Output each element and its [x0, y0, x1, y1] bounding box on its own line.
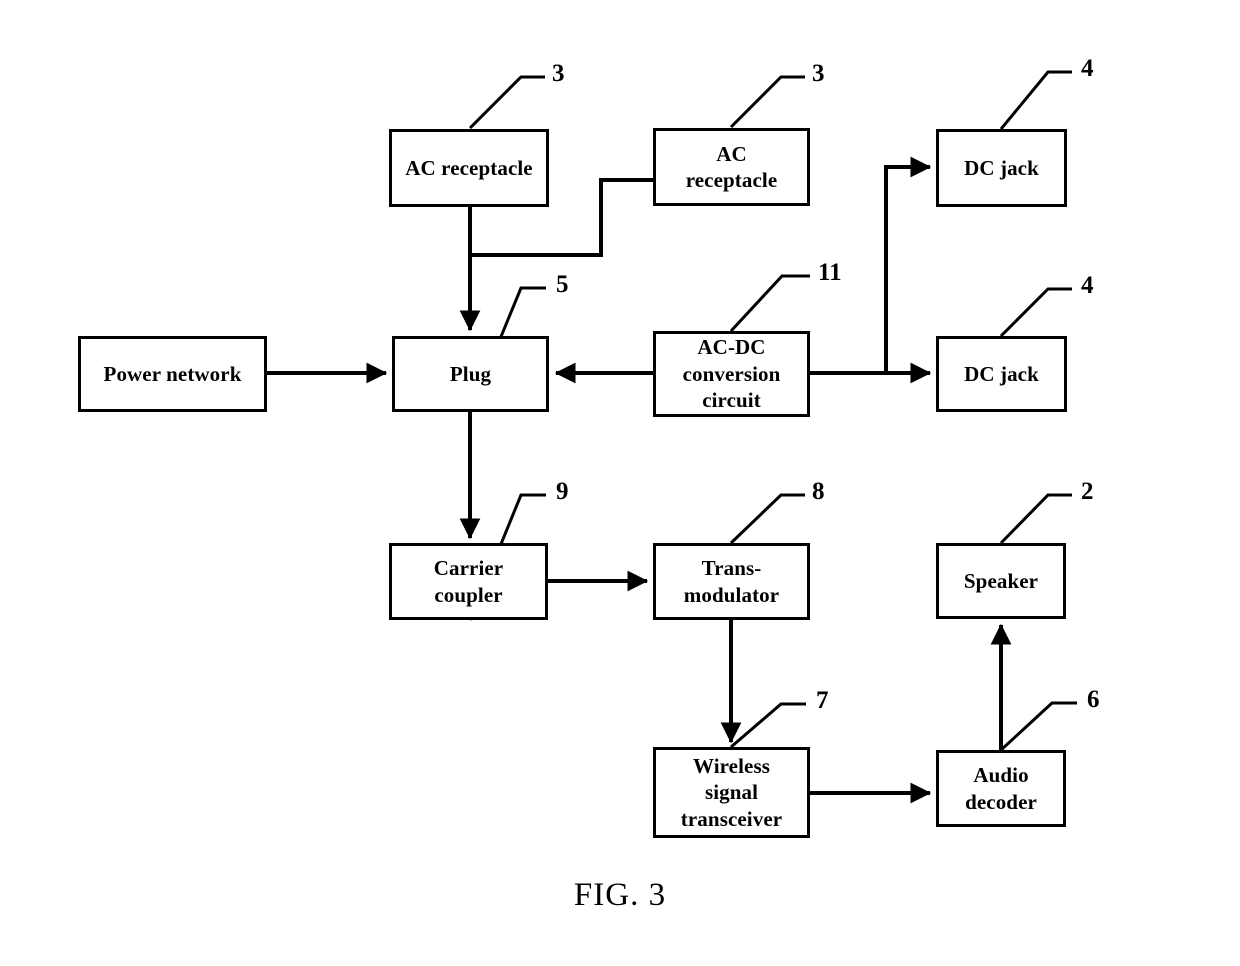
node-label: AC receptacle [685, 141, 778, 192]
node-carrier-coupler[interactable]: Carrier coupler [389, 543, 548, 620]
node-ac-dc-conversion-circuit[interactable]: AC-DC conversion circuit [653, 331, 810, 417]
node-label: Plug [449, 361, 492, 386]
node-trans-modulator[interactable]: Trans-modulator [653, 543, 810, 620]
edge-ac-dc-to-dc-jack-1 [884, 156, 932, 373]
node-audio-decoder[interactable]: Audio decoder [936, 750, 1066, 827]
node-power-network[interactable]: Power network [78, 336, 267, 412]
node-ac-receptacle-2[interactable]: AC receptacle [653, 128, 810, 206]
node-label: Speaker [963, 568, 1039, 593]
node-label: DC jack [964, 155, 1039, 180]
leader-line-ref-4b [999, 287, 1072, 338]
node-wireless-signal-transceiver[interactable]: Wireless signal transceiver [653, 747, 810, 838]
node-speaker[interactable]: Speaker [936, 543, 1066, 619]
ref-numeral-3-ac-receptacle-2: 3 [812, 60, 825, 87]
leader-line-ref-11 [729, 274, 810, 333]
ref-numeral-8-trans-modulator: 8 [812, 478, 825, 505]
node-label: Wireless signal transceiver [680, 753, 783, 831]
node-ac-receptacle-1[interactable]: AC receptacle [389, 129, 549, 207]
leader-line-ref-7 [730, 702, 806, 749]
ref-numeral-4-dc-jack-2: 4 [1081, 272, 1094, 299]
leader-line-ref-3a [468, 75, 545, 130]
leader-line-ref-3b [729, 75, 805, 129]
figure-canvas: AC receptacle AC receptacle DC jack Power… [0, 0, 1240, 966]
ref-numeral-3-ac-receptacle-1: 3 [552, 60, 565, 87]
node-label: Carrier coupler [433, 556, 504, 607]
leader-line-ref-2 [999, 493, 1072, 545]
node-label: Trans-modulator [683, 556, 780, 607]
figure-caption: FIG. 3 [573, 877, 667, 913]
leader-line-ref-8 [729, 493, 805, 545]
node-label: AC-DC conversion circuit [682, 335, 781, 413]
node-label: AC receptacle [405, 155, 533, 180]
node-label: Audio decoder [965, 763, 1037, 814]
ref-numeral-11-ac-dc-conversion-circuit: 11 [818, 259, 842, 286]
leader-line-ref-6 [999, 701, 1077, 752]
node-plug[interactable]: Plug [392, 336, 549, 412]
ref-numeral-4-dc-jack-1: 4 [1081, 55, 1094, 82]
ref-numeral-2-speaker: 2 [1081, 478, 1094, 505]
node-dc-jack-2[interactable]: DC jack [936, 336, 1067, 412]
node-label: Power network [103, 361, 242, 386]
ref-numeral-5-plug: 5 [556, 271, 569, 298]
ref-numeral-7-wireless-signal-transceiver: 7 [816, 687, 829, 714]
ref-numeral-9-carrier-coupler: 9 [556, 478, 569, 505]
ref-numeral-6-audio-decoder: 6 [1087, 686, 1100, 713]
node-label: DC jack [964, 361, 1039, 386]
node-dc-jack-1[interactable]: DC jack [936, 129, 1067, 207]
leader-line-ref-4a [999, 70, 1072, 130]
